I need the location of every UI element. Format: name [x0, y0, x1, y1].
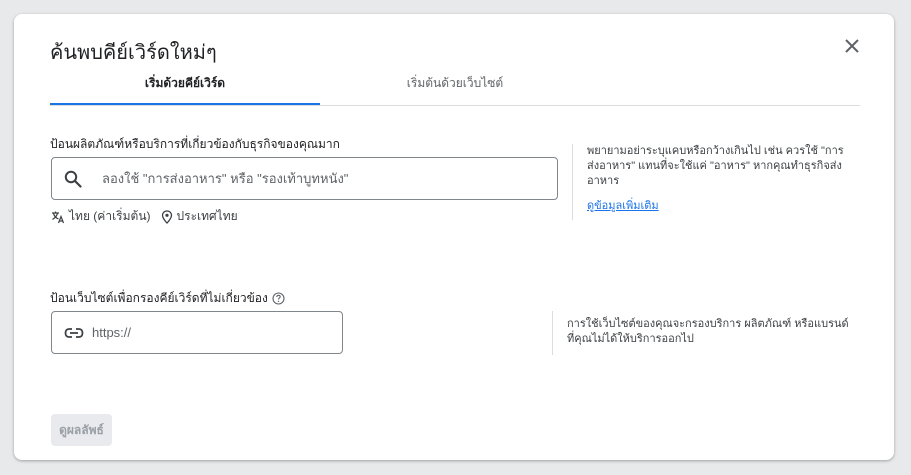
targeting-info: ไทย (ค่าเริ่มต้น) ประเทศไทย: [51, 207, 248, 226]
keywords-label: ป้อนผลิตภัณฑ์หรือบริการที่เกี่ยวข้องกับธ…: [50, 137, 340, 151]
get-results-button[interactable]: ดูผลลัพธ์: [51, 414, 112, 446]
website-input[interactable]: [90, 324, 324, 341]
keywords-help: พยายามอย่าระบุแคบหรือกว้างเกินไป เช่น คว…: [572, 144, 852, 220]
close-icon: [845, 39, 859, 53]
translate-icon: [52, 211, 65, 223]
location-pin-icon: [161, 209, 172, 224]
tab-bar: เริ่มด้วยคีย์เวิร์ด เริ่มต้นด้วยเว็บไซต์: [50, 72, 860, 106]
location-selector[interactable]: ประเทศไทย: [161, 207, 238, 226]
website-help-text: การใช้เว็บไซต์ของคุณจะกรองบริการ ผลิตภัณ…: [567, 318, 849, 345]
website-label-row: ป้อนเว็บไซต์เพื่อกรองคีย์เวิร์ดที่ไม่เกี…: [50, 289, 285, 308]
keywords-input[interactable]: [100, 170, 544, 187]
help-icon[interactable]: [272, 292, 285, 305]
tab-start-with-website[interactable]: เริ่มต้นด้วยเว็บไซต์: [320, 72, 590, 104]
keyword-dialog: ค้นพบคีย์เวิร์ดใหม่ๆ เริ่มด้วยคีย์เวิร์ด…: [14, 14, 894, 460]
learn-more-link[interactable]: ดูข้อมูลเพิ่มเติม: [587, 199, 852, 214]
keywords-help-text: พยายามอย่าระบุแคบหรือกว้างเกินไป เช่น คว…: [587, 145, 844, 187]
website-field[interactable]: [51, 311, 343, 354]
close-button[interactable]: [840, 34, 864, 58]
website-help: การใช้เว็บไซต์ของคุณจะกรองบริการ ผลิตภัณ…: [552, 311, 852, 355]
language-label: ไทย (ค่าเริ่มต้น): [69, 209, 151, 223]
location-label: ประเทศไทย: [176, 209, 238, 223]
dialog-title: ค้นพบคีย์เวิร์ดใหม่ๆ: [50, 42, 217, 64]
keywords-field[interactable]: [51, 157, 558, 200]
language-selector[interactable]: ไทย (ค่าเริ่มต้น): [51, 207, 151, 226]
link-icon: [64, 323, 84, 343]
tab-start-with-keywords[interactable]: เริ่มด้วยคีย์เวิร์ด: [50, 72, 320, 105]
website-label: ป้อนเว็บไซต์เพื่อกรองคีย์เวิร์ดที่ไม่เกี…: [50, 291, 268, 305]
search-icon: [64, 169, 84, 189]
